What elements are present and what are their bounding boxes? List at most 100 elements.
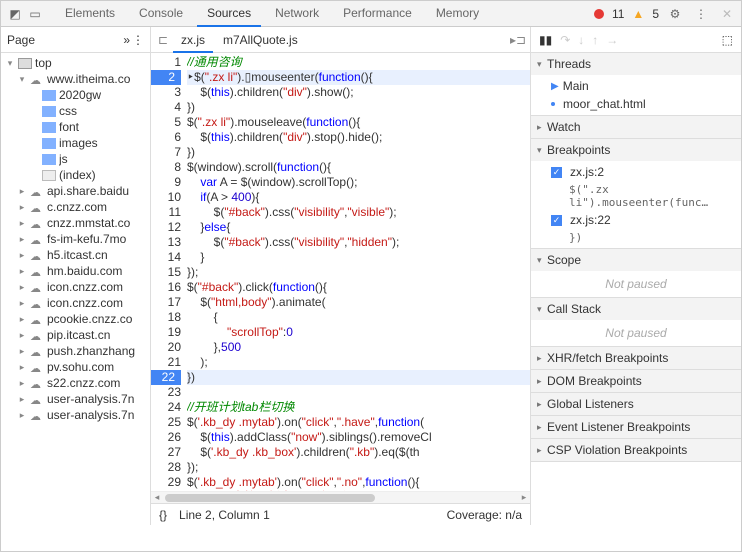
code-line[interactable]	[187, 385, 530, 400]
code-line[interactable]: $(this).addClass("now").siblings().remov…	[187, 430, 530, 445]
disclosure-icon[interactable]: ▸	[17, 362, 27, 373]
tree-item[interactable]: ▸☁pip.itcast.cn	[1, 327, 150, 343]
line-number[interactable]: 28	[151, 460, 181, 475]
disclosure-icon[interactable]: ▸	[17, 410, 27, 421]
tab-performance[interactable]: Performance	[333, 1, 422, 27]
line-number[interactable]: 12	[151, 220, 181, 235]
code-line[interactable]: );	[187, 355, 530, 370]
tree-item[interactable]: ▸☁pv.sohu.com	[1, 359, 150, 375]
thread-item[interactable]: moor_chat.html	[531, 95, 741, 113]
tab-elements[interactable]: Elements	[55, 1, 125, 27]
line-number[interactable]: 17	[151, 295, 181, 310]
line-number[interactable]: 23	[151, 385, 181, 400]
line-number[interactable]: 6	[151, 130, 181, 145]
gear-icon[interactable]: ⚙	[665, 4, 685, 24]
line-number[interactable]: 5	[151, 115, 181, 130]
tree-item[interactable]: ▸☁user-analysis.7n	[1, 407, 150, 423]
code-line[interactable]: $("html,body").animate(	[187, 295, 530, 310]
code-line[interactable]: }	[187, 250, 530, 265]
device-icon[interactable]: ▭	[25, 4, 45, 24]
tree-item[interactable]: ▾top	[1, 55, 150, 71]
pause-icon[interactable]: ▮▮	[539, 33, 552, 47]
code-line[interactable]: });	[187, 460, 530, 475]
code-line[interactable]: $(".zx li").mouseleave(function(){	[187, 115, 530, 130]
step-into-icon[interactable]: ↓	[578, 33, 584, 47]
thread-item[interactable]: ▶Main	[531, 77, 741, 95]
code-line[interactable]: });	[187, 265, 530, 280]
menu-icon[interactable]: ⋮	[691, 4, 711, 24]
line-number[interactable]: 15	[151, 265, 181, 280]
breakpoints-header[interactable]: ▾Breakpoints	[531, 139, 741, 161]
disclosure-icon[interactable]: ▸	[17, 314, 27, 325]
tree-item[interactable]: (index)	[1, 167, 150, 183]
tree-item[interactable]: ▸☁push.zhanzhang	[1, 343, 150, 359]
tab-console[interactable]: Console	[129, 1, 193, 27]
tree-item[interactable]: ▸☁hm.baidu.com	[1, 263, 150, 279]
tree-item[interactable]: ▸☁c.cnzz.com	[1, 199, 150, 215]
code-line[interactable]: })	[187, 100, 530, 115]
more-icon[interactable]: ⋮	[132, 33, 144, 47]
checkbox-icon[interactable]: ✓	[551, 167, 562, 178]
line-number[interactable]: 10	[151, 190, 181, 205]
line-number[interactable]: 9	[151, 175, 181, 190]
line-number[interactable]: 13	[151, 235, 181, 250]
code-line[interactable]: //开班计划tab栏切换	[187, 400, 530, 415]
watch-header[interactable]: ▸Watch	[531, 116, 741, 138]
breakpoint-item[interactable]: ✓zx.js:22	[531, 211, 741, 229]
disclosure-icon[interactable]: ▸	[17, 250, 27, 261]
code-line[interactable]: })	[187, 370, 530, 385]
callstack-header[interactable]: ▾Call Stack	[531, 298, 741, 320]
tab-memory[interactable]: Memory	[426, 1, 489, 27]
scroll-thumb[interactable]	[165, 494, 375, 502]
line-number[interactable]: 2	[151, 70, 181, 85]
breakpoint-item[interactable]: ✓zx.js:2	[531, 163, 741, 181]
section-header[interactable]: ▸Global Listeners	[531, 393, 741, 415]
tree-item[interactable]: ▸☁cnzz.mmstat.co	[1, 215, 150, 231]
disclosure-icon[interactable]: ▸	[17, 234, 27, 245]
section-header[interactable]: ▸XHR/fetch Breakpoints	[531, 347, 741, 369]
line-number[interactable]: 18	[151, 310, 181, 325]
disclosure-icon[interactable]: ▾	[5, 58, 15, 69]
code-line[interactable]: $('.kb_dy .mytab').on("click",".have",fu…	[187, 415, 530, 430]
tree-item[interactable]: ▸☁h5.itcast.cn	[1, 247, 150, 263]
code-lines[interactable]: //通用咨询‣$(".zx li").▯mouseenter(function(…	[187, 53, 530, 491]
tree-item[interactable]: ▸☁api.share.baidu	[1, 183, 150, 199]
line-number[interactable]: 20	[151, 340, 181, 355]
scope-header[interactable]: ▾Scope	[531, 249, 741, 271]
close-icon[interactable]: ✕	[717, 4, 737, 24]
line-number[interactable]: 27	[151, 445, 181, 460]
tree-item[interactable]: font	[1, 119, 150, 135]
line-gutter[interactable]: 1234567891011121314151617181920212223242…	[151, 53, 187, 491]
tree-item[interactable]: ▸☁user-analysis.7n	[1, 391, 150, 407]
code-line[interactable]: $("#back").css("visibility","hidden");	[187, 235, 530, 250]
line-number[interactable]: 3	[151, 85, 181, 100]
sidebar-toggle-icon[interactable]: ⊏	[155, 33, 171, 47]
disclosure-icon[interactable]: ▸	[17, 298, 27, 309]
step-over-icon[interactable]: ↷	[560, 33, 570, 47]
chevrons-icon[interactable]: »	[123, 33, 130, 47]
line-number[interactable]: 14	[151, 250, 181, 265]
line-number[interactable]: 22	[151, 370, 181, 385]
code-line[interactable]: $('.kb_dy .mytab').on("click",".no",func…	[187, 475, 530, 490]
tree-item[interactable]: css	[1, 103, 150, 119]
code-line[interactable]: $("#back").css("visibility","visible");	[187, 205, 530, 220]
file-tab[interactable]: m7AllQuote.js	[215, 29, 306, 51]
disclosure-icon[interactable]: ▸	[17, 378, 27, 389]
code-line[interactable]: if(A > 400){	[187, 190, 530, 205]
code-line[interactable]: {	[187, 310, 530, 325]
disclosure-icon[interactable]: ▸	[17, 330, 27, 341]
disclosure-icon[interactable]: ▾	[17, 74, 27, 85]
section-header[interactable]: ▸DOM Breakpoints	[531, 370, 741, 392]
line-number[interactable]: 16	[151, 280, 181, 295]
tree-item[interactable]: ▸☁fs-im-kefu.7mo	[1, 231, 150, 247]
file-tab[interactable]: zx.js	[173, 29, 213, 53]
tree-item[interactable]: 2020gw	[1, 87, 150, 103]
code-line[interactable]: //通用咨询	[187, 55, 530, 70]
code-line[interactable]: },500	[187, 340, 530, 355]
code-line[interactable]: $('.kb_dy .kb_box').children(".kb").eq($…	[187, 445, 530, 460]
section-header[interactable]: ▸CSP Violation Breakpoints	[531, 439, 741, 461]
tree-item[interactable]: ▸☁pcookie.cnzz.co	[1, 311, 150, 327]
code-line[interactable]: $(this).children("div").show();	[187, 85, 530, 100]
tab-network[interactable]: Network	[265, 1, 329, 27]
disclosure-icon[interactable]: ▸	[17, 346, 27, 357]
